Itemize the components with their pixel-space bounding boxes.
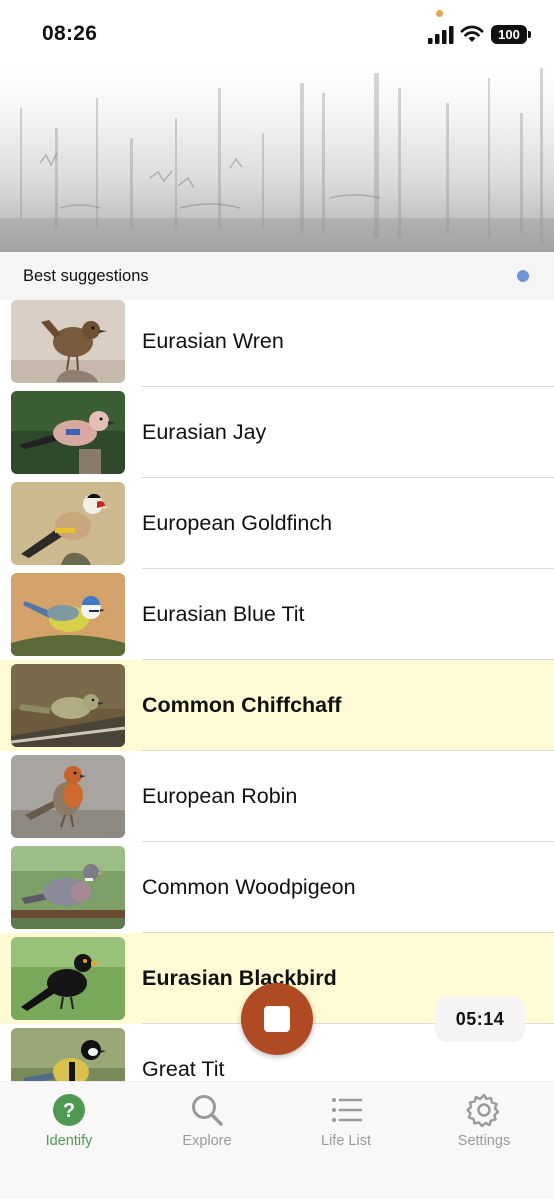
species-list[interactable]: Eurasian Wren Eurasian Jay European Gold… — [0, 300, 554, 1081]
eurasian-blackbird-photo — [11, 937, 125, 1020]
common-chiffchaff-photo — [11, 664, 125, 747]
species-name: Common Woodpigeon — [142, 875, 356, 899]
species-row-eurasian-wren[interactable]: Eurasian Wren — [0, 300, 554, 387]
species-name: Eurasian Blue Tit — [142, 602, 305, 626]
privacy-indicator — [436, 10, 443, 17]
tab-bar: ? Identify Explore Life List Settings — [0, 1081, 554, 1199]
status-time: 08:26 — [42, 22, 98, 45]
species-row-common-chiffchaff[interactable]: Common Chiffchaff — [0, 660, 554, 751]
species-row-eurasian-blue-tit[interactable]: Eurasian Blue Tit — [0, 569, 554, 660]
common-woodpigeon-photo — [11, 846, 125, 929]
search-icon — [192, 1095, 223, 1126]
species-name: Eurasian Wren — [142, 329, 284, 353]
tab-settings[interactable]: Settings — [415, 1082, 553, 1162]
gear-icon — [466, 1093, 500, 1128]
tab-label: Explore — [182, 1133, 232, 1149]
list-icon — [332, 1098, 363, 1122]
eurasian-blue-tit-photo — [11, 573, 125, 656]
suggestions-title: Best suggestions — [23, 267, 149, 285]
audio-spectrogram — [0, 68, 554, 252]
european-robin-photo — [11, 755, 125, 838]
species-name: Eurasian Jay — [142, 420, 267, 444]
stop-icon — [264, 1006, 290, 1032]
tab-label: Settings — [457, 1133, 511, 1149]
species-row-european-robin[interactable]: European Robin — [0, 751, 554, 842]
species-name: Common Chiffchaff — [142, 693, 342, 717]
species-name: European Goldfinch — [142, 511, 333, 535]
battery-indicator: 100 — [491, 25, 531, 44]
tab-label: Identify — [45, 1133, 93, 1149]
tab-explore[interactable]: Explore — [138, 1082, 276, 1162]
species-name: Great Tit — [142, 1057, 225, 1081]
eurasian-jay-photo — [11, 391, 125, 474]
stop-recording-button[interactable] — [241, 983, 313, 1055]
tab-label: Life List — [321, 1133, 371, 1149]
cellular-signal-icon — [428, 26, 454, 44]
status-dot-indicator — [517, 270, 529, 282]
species-name: European Robin — [142, 784, 298, 808]
wifi-icon — [460, 25, 484, 42]
great-tit-photo — [11, 1028, 125, 1081]
suggestions-header: Best suggestions — [0, 252, 554, 300]
species-row-european-goldfinch[interactable]: European Goldfinch — [0, 478, 554, 569]
recording-timer: 05:14 — [435, 996, 525, 1042]
status-bar: 08:26 100 — [0, 0, 554, 68]
svg-text:?: ? — [63, 1100, 75, 1122]
european-goldfinch-photo — [11, 482, 125, 565]
species-row-common-woodpigeon[interactable]: Common Woodpigeon — [0, 842, 554, 933]
tab-life-list[interactable]: Life List — [277, 1082, 415, 1162]
question-circle-icon: ? — [53, 1094, 85, 1126]
species-row-eurasian-jay[interactable]: Eurasian Jay — [0, 387, 554, 478]
eurasian-wren-photo — [11, 300, 125, 383]
tab-identify[interactable]: ? Identify — [0, 1082, 138, 1162]
